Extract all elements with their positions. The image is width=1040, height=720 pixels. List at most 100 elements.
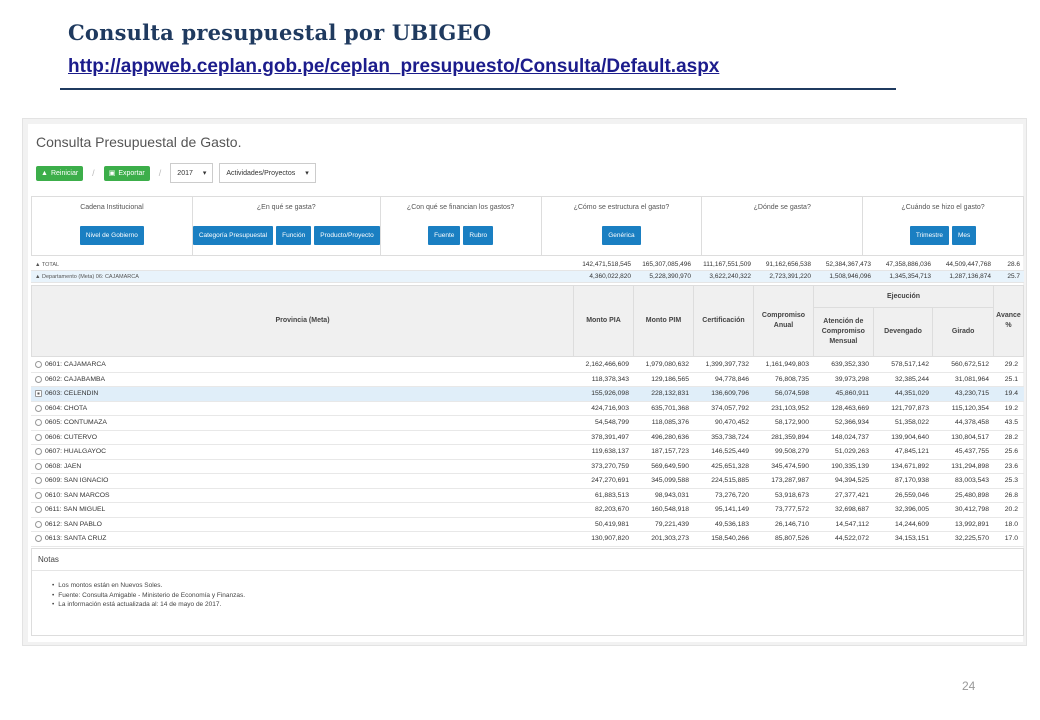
table-cell: 247,270,691: [591, 477, 629, 485]
table-cell: 45,437,755: [954, 448, 989, 456]
filter-button[interactable]: Rubro: [463, 226, 494, 245]
filter-group-label: ¿Cómo se estructura el gasto?: [573, 204, 670, 211]
filter-button[interactable]: Nivel de Gobierno: [79, 226, 144, 245]
header-provincia[interactable]: Provincia (Meta): [32, 286, 574, 356]
year-value: 2017: [177, 169, 193, 177]
table-cell: 28.2: [1004, 433, 1018, 441]
filter-button[interactable]: Categoría Presupuestal: [192, 226, 274, 245]
separator: /: [158, 168, 162, 178]
header-girado[interactable]: Girado: [933, 308, 993, 356]
summary-row[interactable]: ▲ TOTAL 142,471,518,545 165,307,085,496 111…: [31, 259, 1024, 271]
table-row[interactable]: 0606: CUTERVO 378,391,497 496,280,636 353,7…: [31, 431, 1024, 445]
header-compromiso[interactable]: Compromiso Anual: [754, 286, 814, 356]
table-cell: 52,366,934: [834, 419, 869, 427]
table-row[interactable]: 0602: CAJABAMBA 118,378,343 129,186,565 94,…: [31, 373, 1024, 387]
provincia-name: 0610: SAN MARCOS: [45, 491, 110, 499]
table-cell: 29.2: [1004, 361, 1018, 369]
table-cell: 155,926,098: [591, 390, 629, 398]
radio-button[interactable]: [35, 419, 42, 427]
filter-button[interactable]: Genérica: [602, 226, 641, 245]
table-row[interactable]: 0601: CAJAMARCA 2,162,466,609 1,979,080,63…: [31, 358, 1024, 373]
radio-button[interactable]: [35, 448, 42, 456]
radio-button[interactable]: [35, 491, 42, 499]
table-cell: 424,716,903: [591, 404, 629, 412]
provincia-cell: 0613: SANTA CRUZ: [31, 535, 573, 543]
table-row[interactable]: 0608: JAEN 373,270,759 569,649,590 425,651,…: [31, 460, 1024, 474]
header-avance[interactable]: Avance %: [994, 286, 1023, 356]
checkbox-checked[interactable]: [35, 390, 42, 398]
summary-cell: 1,345,354,713: [889, 273, 931, 280]
provincia-name: 0603: CELENDIN: [45, 390, 99, 398]
table-row[interactable]: 0611: SAN MIGUEL 82,203,670 160,548,918 95,…: [31, 503, 1024, 518]
table-row[interactable]: 0605: CONTUMAZA 54,548,799 118,085,376 90,4…: [31, 416, 1024, 431]
radio-button[interactable]: [35, 433, 42, 441]
table-cell: 13,992,891: [954, 520, 989, 528]
radio-button[interactable]: [35, 404, 42, 412]
filter-button[interactable]: Mes: [952, 226, 977, 245]
table-cell: 14,244,609: [894, 520, 929, 528]
radio-button[interactable]: [35, 477, 42, 485]
table-cell: 94,394,525: [834, 477, 869, 485]
table-cell: 578,517,142: [891, 361, 929, 369]
filter-button[interactable]: Trimestre: [909, 226, 950, 245]
radio-button[interactable]: [35, 462, 42, 470]
year-select[interactable]: 2017 ▾: [170, 163, 214, 183]
header-pim[interactable]: Monto PIM: [634, 286, 694, 356]
summary-row[interactable]: ▲ Departamento (Meta) 06: CAJAMARCA 4,360…: [31, 271, 1024, 283]
slide-title: Consulta presupuestal por UBIGEO: [68, 20, 492, 45]
table-cell: 496,280,636: [651, 433, 689, 441]
table-cell: 32,698,687: [834, 506, 869, 514]
table-row[interactable]: 0609: SAN IGNACIO 247,270,691 345,099,588 2…: [31, 474, 1024, 489]
reset-button[interactable]: ▲ Reiniciar: [36, 165, 84, 181]
table-cell: 23.6: [1004, 462, 1018, 470]
filter-group-label: ¿Cuándo se hizo el gasto?: [901, 204, 985, 211]
arrow-up-icon: ▲: [35, 273, 42, 280]
table-row[interactable]: 0603: CELENDIN 155,926,098 228,132,831 136,…: [31, 387, 1024, 402]
table-row[interactable]: 0612: SAN PABLO 50,419,981 79,221,439 49,53…: [31, 518, 1024, 532]
table-cell: 44,522,072: [834, 535, 869, 543]
summary-label: ▲ TOTAL: [31, 262, 575, 268]
table-cell: 34,153,151: [894, 535, 929, 543]
provincia-name: 0608: JAEN: [45, 462, 82, 470]
provincia-name: 0601: CAJAMARCA: [45, 361, 106, 369]
provincia-cell: 0601: CAJAMARCA: [31, 361, 573, 369]
source-link[interactable]: http://appweb.ceplan.gob.pe/ceplan_presu…: [68, 56, 719, 78]
table-cell: 51,358,022: [894, 419, 929, 427]
mode-select[interactable]: Actividades/Proyectos ▾: [219, 163, 316, 183]
table-cell: 118,085,376: [651, 419, 689, 427]
summary-cell: 3,622,240,322: [709, 273, 751, 280]
radio-button[interactable]: [35, 506, 42, 514]
provincia-name: 0613: SANTA CRUZ: [45, 535, 107, 543]
export-button[interactable]: ▣ Exportar: [103, 165, 150, 181]
table-cell: 14,547,112: [835, 520, 869, 528]
filter-button[interactable]: Función: [276, 226, 312, 245]
header-pia[interactable]: Monto PIA: [574, 286, 634, 356]
filter-group: ¿Cuándo se hizo el gasto? Trimestre Mes: [863, 197, 1023, 255]
table-cell: 158,540,266: [711, 535, 749, 543]
chevron-down-icon: ▾: [202, 170, 207, 177]
export-label: Exportar: [118, 169, 145, 177]
table-body: 0601: CAJAMARCA 2,162,466,609 1,979,080,63…: [31, 358, 1024, 547]
header-atencion[interactable]: Atención de Compromiso Mensual: [814, 308, 874, 356]
table-cell: 160,548,918: [651, 506, 689, 514]
notes-panel: Notas Los montos están en Nuevos Soles. …: [31, 548, 1024, 636]
header-devengado[interactable]: Devengado: [874, 308, 934, 356]
provincia-cell: 0603: CELENDIN: [31, 390, 573, 398]
table-row[interactable]: 0610: SAN MARCOS 61,883,513 98,943,031 73,2…: [31, 489, 1024, 503]
notes-list: Los montos están en Nuevos Soles. Fuente…: [32, 571, 1023, 610]
table-row[interactable]: 0604: CHOTA 424,716,903 635,701,368 374,057…: [31, 402, 1024, 416]
table-cell: 32,385,244: [894, 375, 929, 383]
table-cell: 47,845,121: [894, 448, 929, 456]
provincia-cell: 0610: SAN MARCOS: [31, 491, 573, 499]
radio-button[interactable]: [35, 361, 42, 369]
header-certificacion[interactable]: Certificación: [694, 286, 754, 356]
table-cell: 148,024,737: [831, 433, 869, 441]
filter-button[interactable]: Producto/Proyecto: [314, 226, 380, 245]
filter-button[interactable]: Fuente: [428, 226, 461, 245]
table-cell: 1,161,949,803: [765, 361, 809, 369]
table-row[interactable]: 0613: SANTA CRUZ 130,907,820 201,303,273 15…: [31, 532, 1024, 547]
radio-button[interactable]: [35, 375, 42, 383]
radio-button[interactable]: [35, 520, 42, 528]
table-row[interactable]: 0607: HUALGAYOC 119,638,137 187,157,723 146…: [31, 445, 1024, 460]
radio-button[interactable]: [35, 535, 42, 543]
